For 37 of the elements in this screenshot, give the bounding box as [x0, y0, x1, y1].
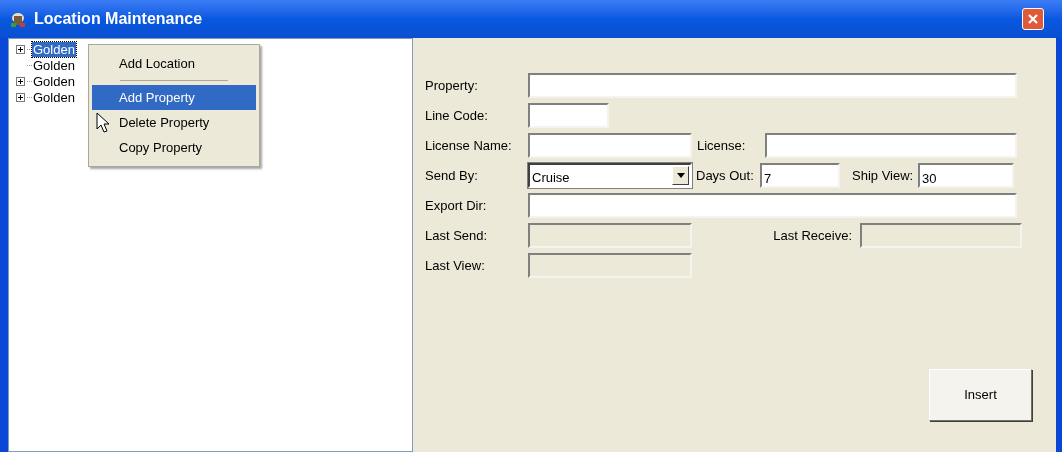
- field-label: License:: [697, 136, 747, 155]
- field-label: Send By:: [425, 166, 479, 185]
- menu-item[interactable]: Copy Property: [92, 135, 256, 160]
- dropdown[interactable]: Cruise: [528, 163, 692, 188]
- text-field[interactable]: 30: [918, 163, 1014, 188]
- field-label: Last Send:: [425, 226, 489, 245]
- field-label: Ship View:: [852, 166, 915, 185]
- text-field[interactable]: [528, 133, 692, 158]
- expand-icon[interactable]: [16, 44, 25, 54]
- text-field[interactable]: 7: [760, 163, 840, 188]
- text-field[interactable]: [765, 133, 1017, 158]
- text-field[interactable]: [528, 73, 1017, 98]
- field-label: Last View:: [425, 256, 486, 275]
- window-title: Location Maintenance: [34, 9, 203, 29]
- field-label: Export Dir:: [425, 196, 488, 215]
- close-button[interactable]: [1022, 8, 1044, 30]
- field-label: Last Receive:: [772, 226, 853, 245]
- dropdown-arrow-icon: [676, 173, 685, 178]
- tree-item[interactable]: Golden: [32, 73, 76, 89]
- tree-item[interactable]: Golden: [32, 57, 76, 73]
- field-label: Property:: [425, 76, 479, 95]
- menu-item[interactable]: Add Location: [92, 51, 256, 76]
- tree-item[interactable]: Golden: [32, 41, 76, 57]
- mouse-pointer-icon: [96, 112, 110, 134]
- expand-icon[interactable]: [16, 92, 25, 102]
- field-label: License Name:: [425, 136, 513, 155]
- app-icon: [8, 10, 28, 28]
- menu-item[interactable]: Add Property: [92, 85, 256, 110]
- close-icon: [1027, 13, 1039, 25]
- field-label: Days Out:: [696, 166, 755, 185]
- menu-item[interactable]: Delete Property: [92, 110, 256, 135]
- insert-button[interactable]: Insert: [929, 369, 1032, 421]
- tree-item[interactable]: Golden: [32, 89, 76, 105]
- field-label: Line Code:: [425, 106, 489, 125]
- expand-icon[interactable]: [16, 76, 25, 86]
- text-field[interactable]: [528, 103, 609, 128]
- text-field[interactable]: [528, 193, 1017, 218]
